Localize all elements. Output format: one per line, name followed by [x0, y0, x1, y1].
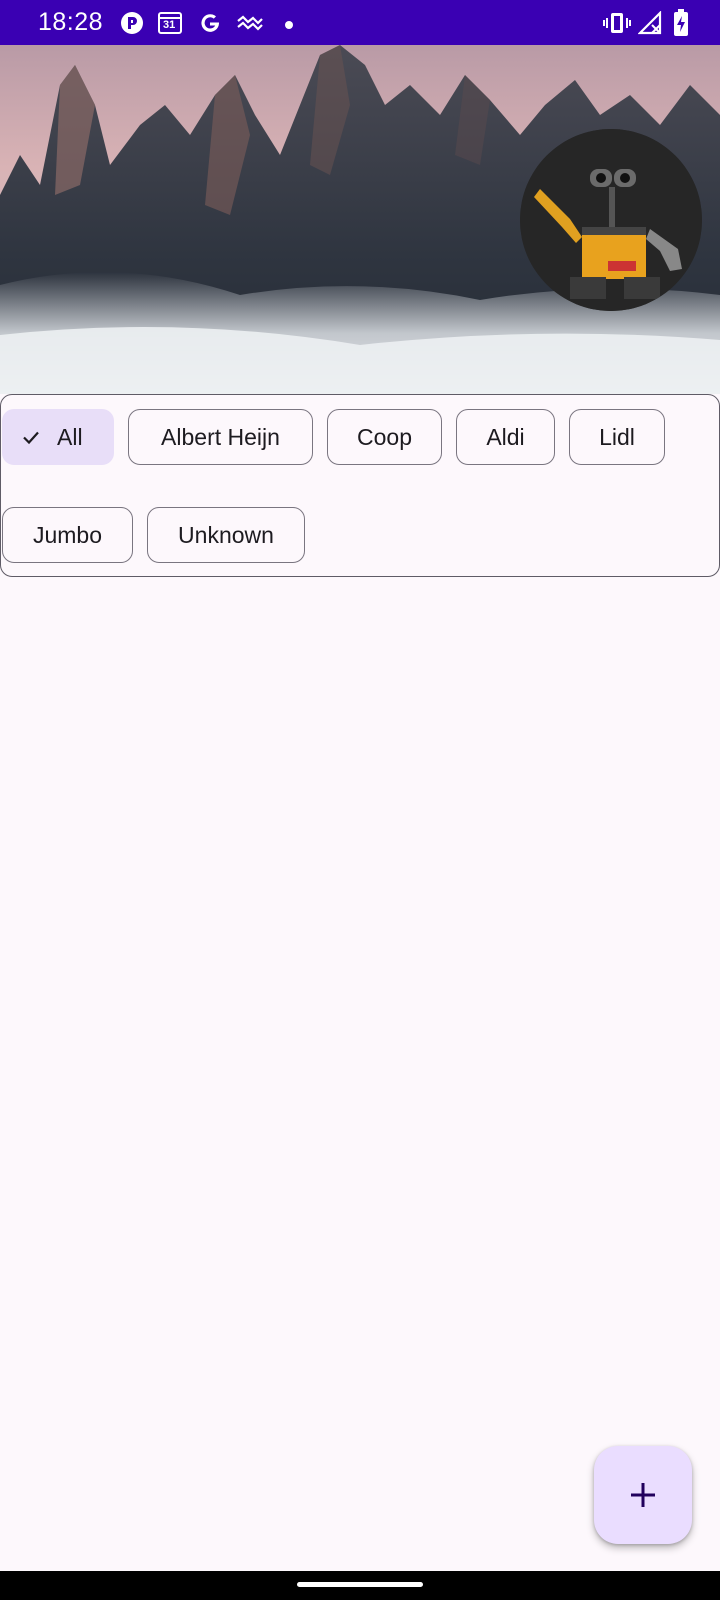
chip-jumbo[interactable]: Jumbo	[2, 507, 133, 563]
chip-label: Aldi	[486, 423, 525, 450]
dot-icon	[284, 17, 294, 35]
chip-aldi[interactable]: Aldi	[456, 409, 555, 465]
chip-label: Lidl	[599, 423, 635, 450]
chip-label: Albert Heijn	[161, 423, 280, 450]
chip-label: Coop	[357, 423, 412, 450]
check-icon	[23, 431, 39, 445]
chip-lidl[interactable]: Lidl	[569, 409, 665, 465]
plus-icon	[631, 1483, 655, 1507]
no-signal-icon	[637, 10, 664, 40]
robot-avatar-image[interactable]	[520, 129, 702, 311]
vibrate-icon	[603, 11, 631, 40]
chip-label: Jumbo	[32, 521, 103, 548]
home-gesture-handle[interactable]	[297, 1582, 423, 1587]
chip-unknown[interactable]: Unknown	[147, 507, 305, 563]
add-button[interactable]	[594, 1446, 692, 1544]
calendar-icon: 31	[157, 11, 183, 40]
status-bar: 18:28 31	[0, 0, 720, 45]
google-icon	[198, 11, 222, 40]
header-banner	[0, 45, 720, 394]
chip-albert-heijn[interactable]: Albert Heijn	[128, 409, 313, 465]
status-time: 18:28	[38, 8, 104, 36]
chip-label: Unknown	[178, 521, 274, 548]
chip-all[interactable]: All	[2, 409, 114, 465]
chip-label: All	[57, 423, 83, 450]
navigation-bar	[0, 1571, 720, 1600]
battery-charging-icon	[673, 9, 689, 42]
notification-app-icon	[120, 11, 144, 40]
calendar-day: 31	[163, 19, 176, 31]
chip-coop[interactable]: Coop	[327, 409, 442, 465]
wave-icon	[236, 11, 264, 40]
store-filter-panel: All Albert Heijn Coop Aldi Lidl Jumbo Un…	[0, 394, 720, 577]
